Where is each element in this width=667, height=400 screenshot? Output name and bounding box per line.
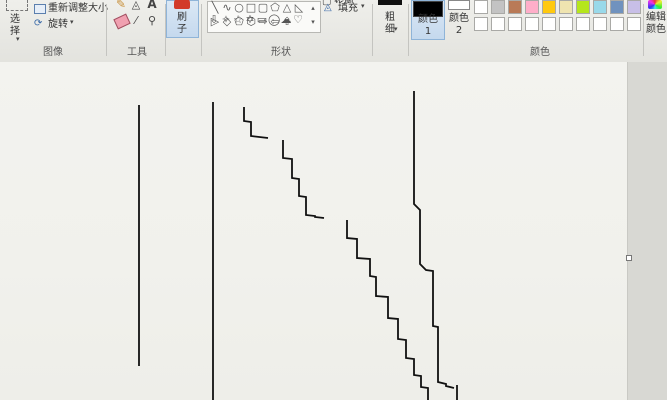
heart-icon[interactable]: ♡	[292, 14, 304, 26]
dropdown-arrow-icon[interactable]: ▾	[16, 36, 20, 43]
colors-group-label: 颜色	[530, 47, 550, 58]
rotate-icon[interactable]: ⟳	[34, 19, 42, 29]
tools-group: ✎ ◬ A ⁄ ⚲ 工具	[107, 0, 165, 62]
palette-swatch[interactable]	[593, 17, 607, 31]
separator	[408, 4, 409, 56]
resize-button[interactable]: 重新调整大小	[48, 3, 108, 15]
palette-swatch[interactable]	[542, 17, 556, 31]
fill-icon[interactable]: ◬	[130, 0, 142, 10]
star6-icon[interactable]: ✡	[244, 14, 256, 26]
size-icon[interactable]	[378, 0, 402, 5]
stair-line-3	[346, 220, 389, 300]
shapes-gallery-row3: ⇩ ✧ ☆ ✡ ▭ ◯ ☁ ♡	[207, 13, 319, 27]
long-line	[413, 91, 455, 389]
palette-swatch[interactable]	[559, 0, 573, 14]
magnifier-icon[interactable]: ⚲	[146, 14, 158, 26]
rotate-button[interactable]: 旋转	[48, 19, 68, 31]
stair-line-2	[282, 140, 325, 219]
select-icon[interactable]	[6, 0, 28, 11]
callout-cloud-icon[interactable]: ☁	[280, 14, 292, 26]
color2-button[interactable]: 颜色 2	[446, 0, 472, 38]
ribbon: 选择 ▾ 重新调整大小 ⟳ 旋转 ▾ 图像 ✎ ◬ A ⁄ ⚲ 工具 刷子 ╲ …	[0, 0, 667, 63]
image-group: 选择 ▾ 重新调整大小 ⟳ 旋转 ▾ 图像	[0, 0, 118, 62]
fill-dropdown-icon[interactable]: ▾	[361, 3, 365, 10]
callout-rect-icon[interactable]: ▭	[256, 14, 268, 26]
palette-swatch[interactable]	[525, 17, 539, 31]
brushes-button[interactable]: 刷子	[166, 0, 199, 38]
color-palette	[474, 0, 644, 36]
brushes-label: 刷子	[177, 12, 187, 35]
star4-icon[interactable]: ✧	[220, 14, 232, 26]
pencil-icon[interactable]: ✎	[115, 0, 127, 10]
shapes-group-label: 形状	[271, 47, 291, 58]
palette-swatch[interactable]	[610, 0, 624, 14]
color1-button[interactable]: 颜色 1	[411, 0, 445, 40]
separator	[201, 4, 202, 56]
color2-swatch	[448, 0, 470, 10]
brush-icon	[174, 0, 190, 9]
palette-swatch[interactable]	[576, 0, 590, 14]
eraser-icon[interactable]	[113, 13, 131, 30]
fill-button[interactable]: 填充	[338, 3, 358, 15]
separator	[643, 4, 644, 56]
stair-line-1	[243, 107, 269, 139]
color-picker-icon[interactable]: ⁄	[130, 14, 142, 26]
star5-icon[interactable]: ☆	[232, 14, 244, 26]
color2-label: 颜色 2	[449, 13, 469, 36]
tools-group-label: 工具	[127, 47, 147, 58]
color1-label: 颜色 1	[418, 14, 438, 37]
palette-swatch[interactable]	[559, 17, 573, 31]
palette-swatch[interactable]	[610, 17, 624, 31]
palette-swatch[interactable]	[627, 0, 641, 14]
palette-swatch[interactable]	[525, 0, 539, 14]
size-dropdown-icon[interactable]: ▾	[394, 26, 398, 33]
separator	[372, 4, 373, 56]
text-icon[interactable]: A	[146, 0, 158, 10]
palette-swatch[interactable]	[508, 17, 522, 31]
palette-swatch[interactable]	[627, 17, 641, 31]
arrow-down-icon[interactable]: ⇩	[208, 14, 220, 26]
palette-swatch[interactable]	[474, 0, 488, 14]
callout-oval-icon[interactable]: ◯	[268, 14, 280, 26]
edit-colors-label: 编辑颜色	[646, 12, 666, 35]
drawing-strokes	[138, 91, 458, 400]
palette-swatch[interactable]	[576, 17, 590, 31]
stair-line-4	[387, 300, 429, 400]
image-group-label: 图像	[43, 47, 63, 58]
palette-swatch[interactable]	[474, 17, 488, 31]
palette-swatch[interactable]	[491, 0, 505, 14]
palette-swatch[interactable]	[542, 0, 556, 14]
palette-swatch[interactable]	[593, 0, 607, 14]
edit-colors-icon	[648, 0, 662, 9]
fill-bucket-icon[interactable]: ◬	[324, 3, 332, 13]
palette-swatch[interactable]	[491, 17, 505, 31]
rotate-dropdown-icon[interactable]: ▾	[70, 19, 74, 26]
edit-colors-button[interactable]: 编辑颜色	[645, 0, 667, 40]
palette-swatch[interactable]	[508, 0, 522, 14]
resize-icon[interactable]	[34, 4, 46, 14]
